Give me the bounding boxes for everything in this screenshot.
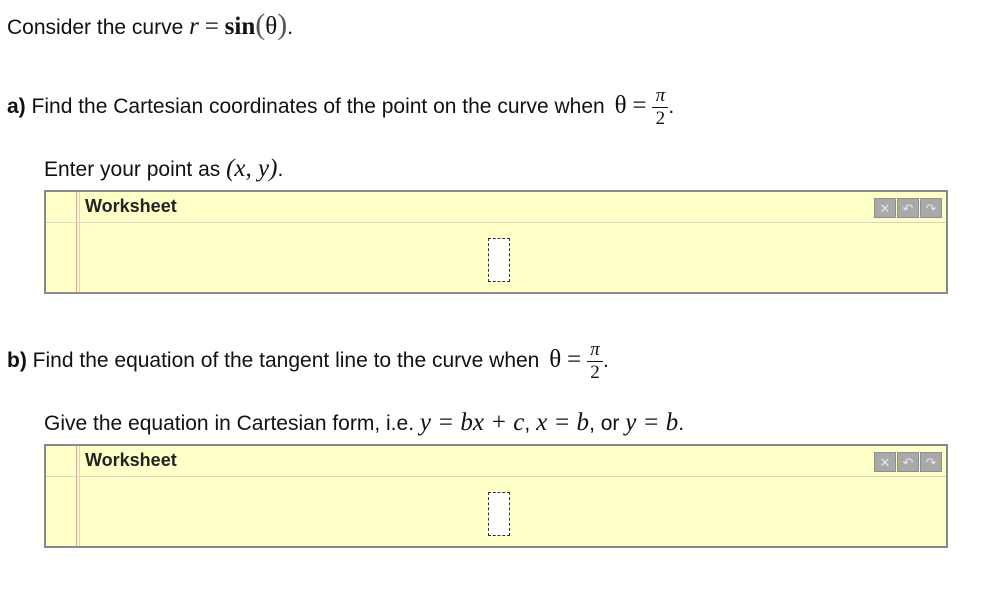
answer-input-a[interactable] [488, 238, 510, 282]
part-b-theta: θ [549, 346, 562, 374]
part-b-eq: = [567, 346, 582, 374]
intro-func: sin [224, 13, 256, 40]
intro-text: Consider the curve [7, 16, 184, 39]
part-b-instruction-line: Give the equation in Cartesian form, i.e… [44, 409, 684, 437]
part-a-instruction-line: Enter your point as (x, y). [44, 155, 283, 183]
clear-icon[interactable]: ✕ [874, 198, 896, 218]
intro-paren-open: ( [255, 8, 266, 41]
worksheet-a: Worksheet ✕ ↶ ↷ [44, 190, 948, 294]
undo-icon[interactable]: ↶ [897, 452, 919, 472]
intro-paren-close: ) [277, 8, 288, 41]
worksheet-margin-line-secondary [79, 446, 80, 546]
part-b-sep-2: , or [589, 412, 620, 435]
worksheet-title: Worksheet [85, 196, 177, 216]
part-a-label: a) [7, 95, 26, 119]
part-b-end: . [602, 349, 609, 373]
worksheet-header-rule [46, 476, 946, 477]
answer-input-b[interactable] [488, 492, 510, 536]
part-a-instruction: Enter your point as [44, 158, 221, 181]
undo-icon[interactable]: ↶ [897, 198, 919, 218]
part-a-fraction: π 2 [652, 85, 669, 129]
part-b-sep-1: , [524, 412, 531, 435]
clear-icon[interactable]: ✕ [874, 452, 896, 472]
worksheet-toolbar: ✕ ↶ ↷ [874, 198, 942, 218]
worksheet-margin-line [76, 446, 77, 546]
worksheet-b: Worksheet ✕ ↶ ↷ [44, 444, 948, 548]
part-a-end: . [668, 95, 675, 119]
redo-icon[interactable]: ↷ [920, 198, 942, 218]
worksheet-title: Worksheet [85, 450, 177, 470]
worksheet-margin-line [76, 192, 77, 292]
part-b-frac-num: π [590, 339, 600, 360]
part-a-point: (x, y) [226, 155, 278, 182]
part-b-question: b) Find the equation of the tangent line… [7, 340, 609, 383]
part-a-frac-den: 2 [655, 108, 666, 129]
intro-line: Consider the curve r = sin(θ). [7, 8, 293, 42]
intro-eq-sign: = [204, 13, 219, 40]
intro-end: . [287, 16, 294, 39]
part-b-frac-den: 2 [590, 362, 600, 383]
redo-icon[interactable]: ↷ [920, 452, 942, 472]
part-a-frac-num: π [655, 85, 666, 106]
part-a-question: a) Find the Cartesian coordinates of the… [7, 86, 674, 129]
part-b-instruction-end: . [678, 412, 685, 435]
part-b-text: Find the equation of the tangent line to… [32, 349, 540, 373]
part-b-label: b) [7, 349, 27, 373]
part-b-form-2: x = b [536, 409, 590, 436]
intro-arg: θ [265, 13, 278, 40]
worksheet-toolbar: ✕ ↶ ↷ [874, 452, 942, 472]
part-b-fraction: π 2 [586, 339, 603, 383]
part-b-instruction: Give the equation in Cartesian form, i.e… [44, 412, 415, 435]
worksheet-header-rule [46, 222, 946, 223]
part-a-theta: θ [614, 92, 627, 120]
part-b-form-3: y = b [625, 409, 679, 436]
part-b-form-1: y = bx + c [419, 409, 525, 436]
worksheet-margin-line-secondary [79, 192, 80, 292]
intro-eq-lhs: r [189, 13, 199, 40]
part-a-instruction-end: . [277, 158, 284, 181]
part-a-eq: = [632, 92, 647, 120]
part-a-text: Find the Cartesian coordinates of the po… [31, 95, 605, 119]
